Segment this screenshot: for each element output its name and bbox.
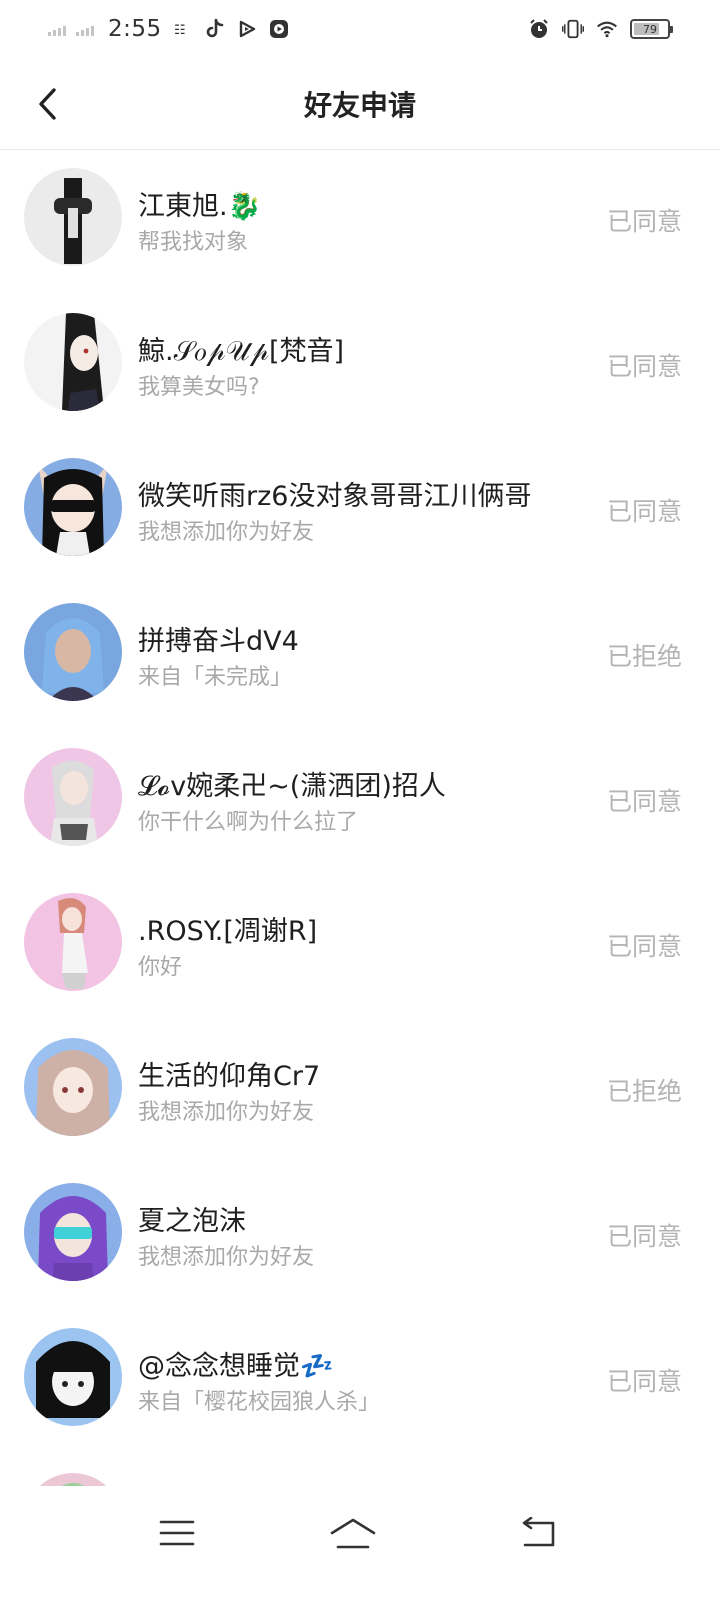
battery-level: 79 bbox=[643, 22, 657, 36]
vibrate-icon bbox=[562, 18, 584, 40]
request-status: 已同意 bbox=[606, 497, 682, 526]
page-header: 好友申请 bbox=[0, 58, 720, 150]
alarm-icon bbox=[528, 18, 550, 40]
request-status: 已拒绝 bbox=[606, 642, 682, 671]
request-status: 已拒绝 bbox=[606, 1077, 682, 1106]
request-message: 我想添加你为好友 bbox=[138, 1245, 315, 1270]
avatar[interactable] bbox=[24, 748, 122, 846]
request-message: 帮我找对象 bbox=[138, 230, 249, 255]
tiktok-icon bbox=[204, 18, 226, 40]
avatar[interactable] bbox=[24, 1473, 122, 1486]
request-status: 已同意 bbox=[606, 1222, 682, 1251]
request-name: 夏之泡沫 bbox=[138, 1206, 246, 1237]
signal-icon bbox=[48, 22, 66, 36]
play-icon bbox=[236, 18, 258, 40]
video-icon bbox=[268, 18, 290, 40]
page-title: 好友申请 bbox=[303, 89, 416, 122]
status-time: 2:55 bbox=[108, 16, 162, 42]
friend-request-list: 江東旭.🐉 帮我找对象 已同意 鯨.𝒮𝑜𝓅𝒰𝓅[梵音] 我算美女吗? 已同意 微… bbox=[0, 150, 720, 1486]
request-status: 已同意 bbox=[606, 787, 682, 816]
request-name: 拼搏奋斗dV4 bbox=[138, 626, 299, 657]
friend-request-item[interactable]: 鯨.𝒮𝑜𝓅𝒰𝓅[梵音] 我算美女吗? 已同意 bbox=[0, 295, 720, 440]
avatar[interactable] bbox=[24, 1183, 122, 1281]
request-message: 你干什么啊为什么拉了 bbox=[138, 810, 359, 835]
request-message: 我算美女吗? bbox=[138, 375, 260, 400]
svg-text:☷: ☷ bbox=[174, 23, 186, 38]
request-name: @念念想睡觉💤 bbox=[138, 1351, 334, 1382]
request-message: 来自「樱花校园狼人杀」 bbox=[138, 1390, 381, 1415]
request-status: 已同意 bbox=[606, 207, 682, 236]
friend-request-item[interactable]: .ROSY.[凋谢R] 你好 已同意 bbox=[0, 875, 720, 1020]
menu-button[interactable] bbox=[147, 1508, 207, 1558]
carrier-icon: ☷ bbox=[172, 18, 194, 40]
friend-request-item[interactable]: 生活的仰角Cr7 我想添加你为好友 已拒绝 bbox=[0, 1020, 720, 1165]
system-nav-bar bbox=[0, 1486, 720, 1600]
friend-request-item[interactable]: 江東旭.🐉 帮我找对象 已同意 bbox=[0, 150, 720, 295]
friend-request-item[interactable]: 微笑听雨rz6没对象哥哥江川俩哥 我想添加你为好友 已同意 bbox=[0, 440, 720, 585]
request-name: 微笑听雨rz6没对象哥哥江川俩哥 bbox=[138, 481, 532, 512]
request-status: 已同意 bbox=[606, 352, 682, 381]
request-name: 江東旭.🐉 bbox=[138, 191, 262, 222]
signal-icon bbox=[76, 22, 94, 36]
back-nav-button[interactable] bbox=[508, 1508, 568, 1558]
avatar[interactable] bbox=[24, 313, 122, 411]
request-status: 已同意 bbox=[606, 1367, 682, 1396]
request-message: 我想添加你为好友 bbox=[138, 1100, 315, 1125]
request-name: 鯨.𝒮𝑜𝓅𝒰𝓅[梵音] bbox=[138, 336, 345, 367]
avatar[interactable] bbox=[24, 603, 122, 701]
request-status: 已同意 bbox=[606, 932, 682, 961]
request-message: 我想添加你为好友 bbox=[138, 520, 315, 545]
avatar[interactable] bbox=[24, 458, 122, 556]
avatar[interactable] bbox=[24, 893, 122, 991]
status-bar: 2:55 ☷ 79 bbox=[0, 0, 720, 58]
avatar[interactable] bbox=[24, 1038, 122, 1136]
request-name: 𝓛𝓸v婉柔卍~(潇洒团)招人 bbox=[138, 771, 446, 802]
friend-request-item[interactable]: 𝓛𝓸v婉柔卍~(潇洒团)招人 你干什么啊为什么拉了 已同意 bbox=[0, 730, 720, 875]
friend-request-item[interactable]: 夏之泡沫 我想添加你为好友 已同意 bbox=[0, 1165, 720, 1310]
wifi-icon bbox=[596, 18, 618, 40]
home-icon bbox=[330, 1518, 376, 1549]
avatar[interactable] bbox=[24, 168, 122, 266]
back-icon bbox=[522, 1517, 555, 1547]
avatar[interactable] bbox=[24, 1328, 122, 1426]
request-name: .ROSY.[凋谢R] bbox=[138, 916, 318, 947]
request-message: 你好 bbox=[138, 955, 183, 980]
friend-request-item[interactable] bbox=[0, 1455, 720, 1486]
request-message: 来自「未完成」 bbox=[138, 665, 293, 690]
request-name: 生活的仰角Cr7 bbox=[138, 1061, 321, 1092]
friend-request-item[interactable]: @念念想睡觉💤 来自「樱花校园狼人杀」 已同意 bbox=[0, 1310, 720, 1455]
home-button[interactable] bbox=[323, 1508, 383, 1558]
battery-icon: 79 bbox=[630, 19, 673, 39]
menu-icon bbox=[159, 1520, 195, 1546]
friend-request-item[interactable]: 拼搏奋斗dV4 来自「未完成」 已拒绝 bbox=[0, 585, 720, 730]
